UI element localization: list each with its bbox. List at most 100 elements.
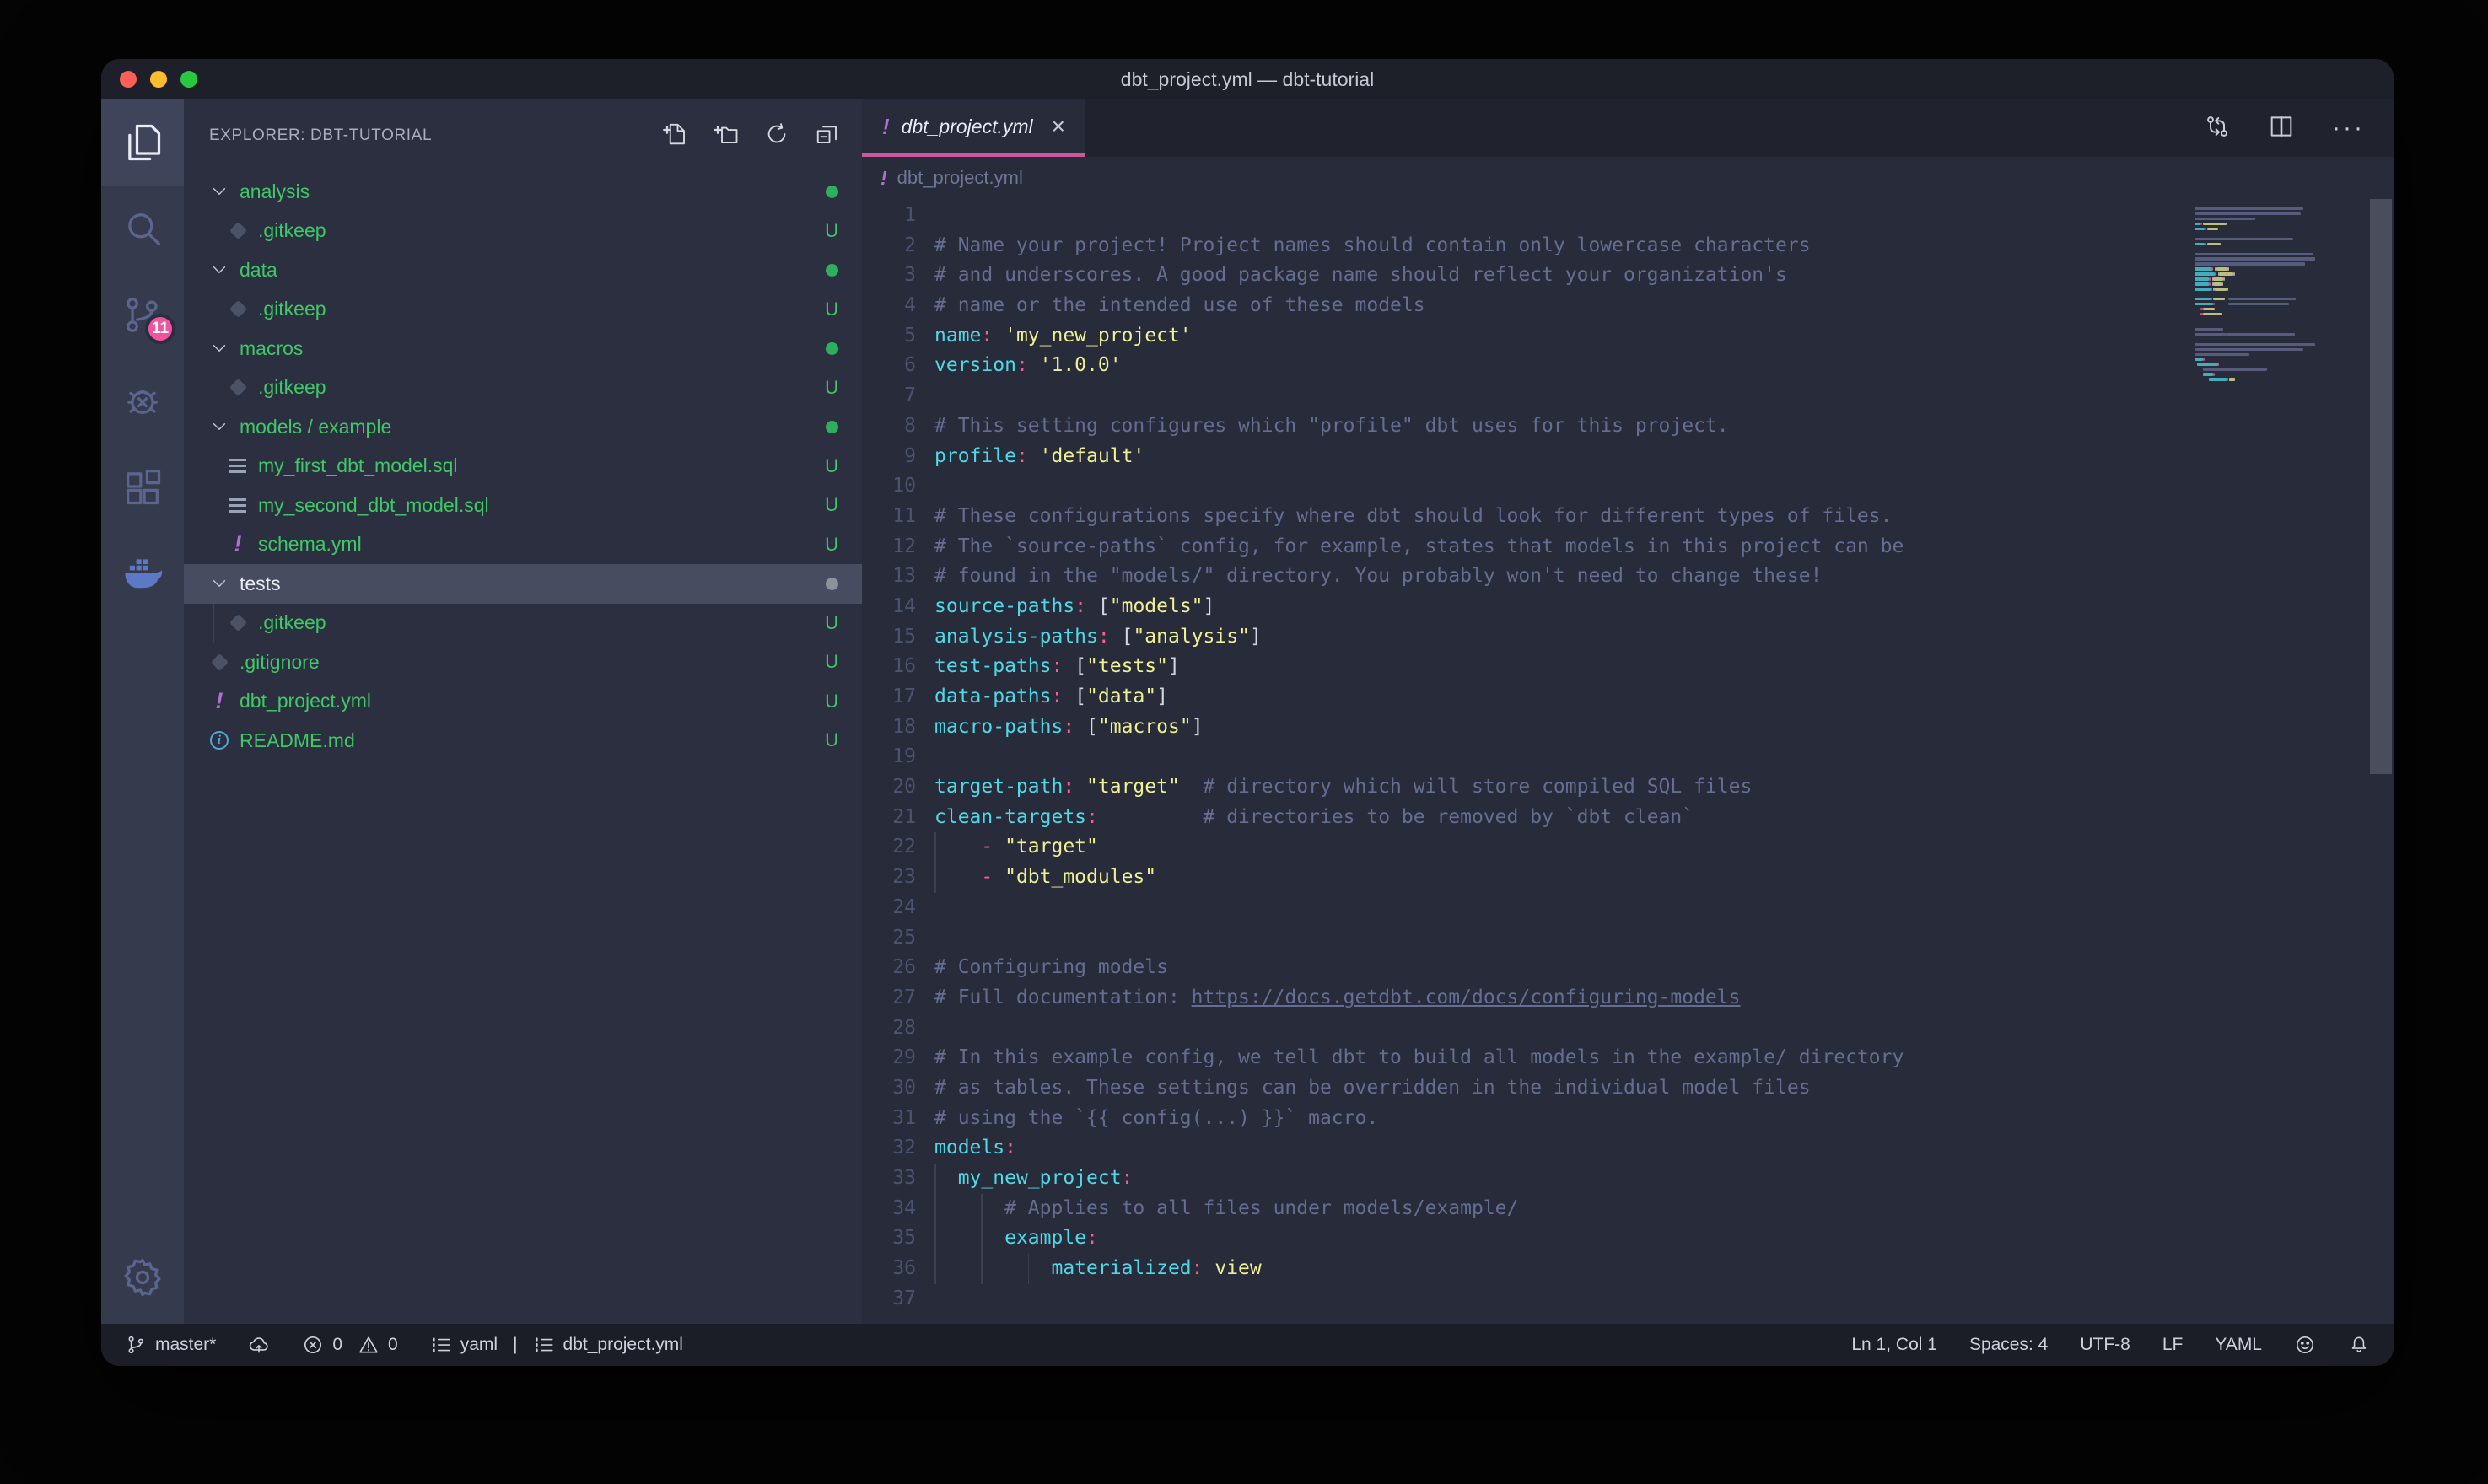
extensions-icon[interactable] [101, 444, 184, 530]
code-line-36[interactable]: 36 materialized: view [862, 1254, 2188, 1284]
git-untracked-badge: U [825, 220, 838, 242]
zoom-window-button[interactable] [180, 71, 197, 88]
code-line-32[interactable]: 32models: [862, 1133, 2188, 1164]
search-icon[interactable] [101, 186, 184, 272]
code-line-15[interactable]: 15analysis-paths: ["analysis"] [862, 622, 2188, 653]
tree-item-schema-yml[interactable]: !schema.ymlU [184, 525, 862, 565]
tree-item--gitkeep[interactable]: .gitkeepU [184, 290, 862, 330]
encoding[interactable]: UTF-8 [2080, 1335, 2130, 1355]
code-line-2[interactable]: 2# Name your project! Project names shou… [862, 231, 2188, 261]
code-line-7[interactable]: 7 [862, 381, 2188, 411]
tree-item-macros[interactable]: macros [184, 329, 862, 368]
code-line-21[interactable]: 21clean-targets: # directories to be rem… [862, 803, 2188, 833]
tab-dbt-project-yml[interactable]: ! dbt_project.yml × [862, 99, 1085, 157]
code-line-27[interactable]: 27# Full documentation: https://docs.get… [862, 983, 2188, 1014]
code-line-22[interactable]: 22 - "target" [862, 832, 2188, 863]
code-line-16[interactable]: 16test-paths: ["tests"] [862, 652, 2188, 682]
code-line-6[interactable]: 6version: '1.0.0' [862, 351, 2188, 381]
code-line-18[interactable]: 18macro-paths: ["macros"] [862, 712, 2188, 743]
tree-item-data[interactable]: data [184, 250, 862, 290]
tree-item-tests[interactable]: tests [184, 564, 862, 604]
indentation[interactable]: Spaces: 4 [1969, 1335, 2048, 1355]
code-line-33[interactable]: 33 my_new_project: [862, 1164, 2188, 1194]
tasks-file[interactable]: dbt_project.yml [533, 1334, 683, 1356]
code-line-28[interactable]: 28 [862, 1014, 2188, 1044]
tree-item--gitkeep[interactable]: .gitkeepU [184, 604, 862, 643]
collapse-all-icon[interactable] [815, 121, 840, 151]
breadcrumb[interactable]: ! dbt_project.yml [862, 157, 2394, 199]
code-line-24[interactable]: 24 [862, 893, 2188, 923]
tree-item-readme-md[interactable]: iREADME.mdU [184, 721, 862, 761]
code-line-26[interactable]: 26# Configuring models [862, 953, 2188, 983]
cursor-position[interactable]: Ln 1, Col 1 [1851, 1335, 1937, 1355]
code-line-25[interactable]: 25 [862, 923, 2188, 954]
code-line-34[interactable]: 34 # Applies to all files under models/e… [862, 1194, 2188, 1224]
feedback[interactable] [2294, 1334, 2316, 1356]
settings-gear-icon[interactable] [101, 1234, 184, 1320]
code-line-20[interactable]: 20target-path: "target" # directory whic… [862, 772, 2188, 803]
code-line-35[interactable]: 35 example: [862, 1223, 2188, 1254]
explorer-icon[interactable] [101, 99, 184, 186]
new-folder-icon[interactable] [714, 121, 739, 151]
editor-scrollbar[interactable] [2368, 199, 2394, 1324]
source-control-badge: 11 [145, 314, 175, 344]
git-status-dot [826, 264, 838, 277]
code-line-3[interactable]: 3# and underscores. A good package name … [862, 261, 2188, 291]
tree-item-dbt-project-yml[interactable]: !dbt_project.ymlU [184, 682, 862, 722]
minimap[interactable] [2188, 199, 2368, 1324]
tasks-yaml[interactable]: yaml [430, 1334, 498, 1356]
warning-count[interactable]: 0 [358, 1334, 398, 1356]
minimize-window-button[interactable] [150, 71, 167, 88]
tree-item-my-second-dbt-model-sql[interactable]: my_second_dbt_model.sqlU [184, 486, 862, 525]
sync-status[interactable] [248, 1334, 270, 1356]
line-number: 25 [862, 923, 916, 954]
scrollbar-thumb[interactable] [2370, 199, 2392, 774]
tree-item-my-first-dbt-model-sql[interactable]: my_first_dbt_model.sqlU [184, 447, 862, 487]
cursor-position-label: Ln 1, Col 1 [1851, 1335, 1937, 1355]
notifications[interactable] [2348, 1334, 2370, 1356]
code-line-31[interactable]: 31# using the `{{ config(...) }}` macro. [862, 1104, 2188, 1134]
git-branch-status[interactable]: master* [125, 1334, 216, 1356]
close-window-button[interactable] [120, 71, 137, 88]
code-line-19[interactable]: 19 [862, 742, 2188, 772]
line-number: 30 [862, 1073, 916, 1104]
tree-item-label: my_second_dbt_model.sql [258, 494, 816, 517]
code-line-8[interactable]: 8# This setting configures which "profil… [862, 411, 2188, 442]
tree-item--gitkeep[interactable]: .gitkeepU [184, 212, 862, 251]
file-tree: analysis.gitkeepUdata.gitkeepUmacros.git… [184, 172, 862, 1324]
code-line-17[interactable]: 17data-paths: ["data"] [862, 682, 2188, 712]
code-line-14[interactable]: 14source-paths: ["models"] [862, 592, 2188, 622]
debug-icon[interactable] [101, 358, 184, 444]
code-line-1[interactable]: 1 [862, 201, 2188, 231]
error-count[interactable]: 0 [302, 1334, 342, 1356]
code-line-10[interactable]: 10 [862, 471, 2188, 502]
code-line-29[interactable]: 29# In this example config, we tell dbt … [862, 1043, 2188, 1073]
tree-item-models-example[interactable]: models / example [184, 407, 862, 447]
tasks-yaml-label: yaml [460, 1335, 498, 1355]
code-line-13[interactable]: 13# found in the "models/" directory. Yo… [862, 562, 2188, 592]
new-file-icon[interactable] [663, 121, 688, 151]
error-count-label: 0 [332, 1335, 342, 1355]
docker-icon[interactable] [101, 530, 184, 616]
more-actions-icon[interactable]: ··· [2332, 114, 2365, 142]
code-line-30[interactable]: 30# as tables. These settings can be ove… [862, 1073, 2188, 1104]
code-line-content: example: [934, 1223, 1098, 1254]
eol[interactable]: LF [2162, 1335, 2184, 1355]
tree-item--gitkeep[interactable]: .gitkeepU [184, 368, 862, 408]
close-tab-icon[interactable]: × [1052, 115, 1065, 138]
code-line-12[interactable]: 12# The `source-paths` config, for examp… [862, 532, 2188, 562]
tree-item--gitignore[interactable]: .gitignoreU [184, 643, 862, 682]
language-mode[interactable]: YAML [2215, 1335, 2262, 1355]
code-area[interactable]: 12# Name your project! Project names sho… [862, 199, 2188, 1324]
code-line-23[interactable]: 23 - "dbt_modules" [862, 863, 2188, 893]
code-line-9[interactable]: 9profile: 'default' [862, 442, 2188, 472]
code-line-4[interactable]: 4# name or the intended use of these mod… [862, 291, 2188, 321]
refresh-icon[interactable] [764, 121, 789, 151]
tree-item-analysis[interactable]: analysis [184, 172, 862, 212]
code-line-11[interactable]: 11# These configurations specify where d… [862, 502, 2188, 532]
split-editor-icon[interactable] [2268, 113, 2295, 144]
code-line-5[interactable]: 5name: 'my_new_project' [862, 321, 2188, 352]
code-line-37[interactable]: 37 [862, 1284, 2188, 1315]
source-control-icon[interactable]: 11 [101, 272, 184, 358]
compare-changes-icon[interactable] [2204, 113, 2231, 144]
